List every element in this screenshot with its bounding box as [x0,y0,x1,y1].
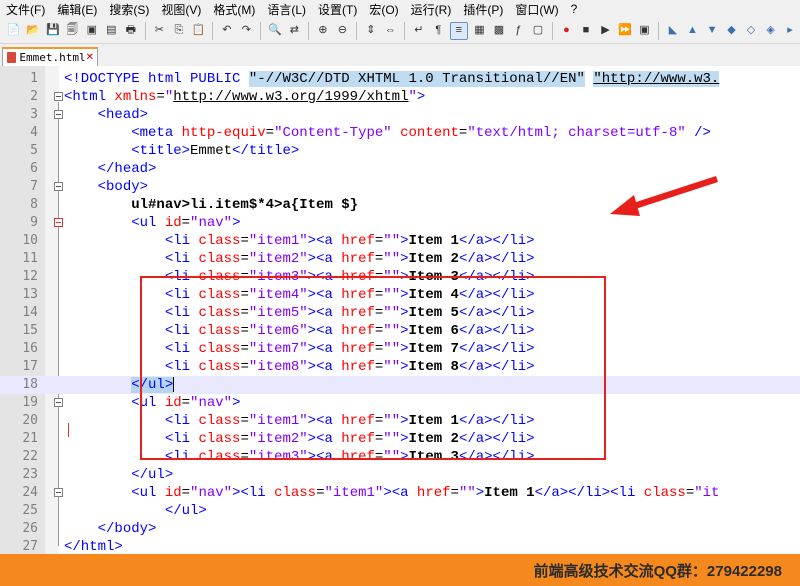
zoom-in-icon[interactable]: ⊕ [315,23,331,39]
toolbar-separator [260,21,262,40]
menu-item[interactable]: 设置(T) [312,1,363,18]
menu-item[interactable]: 窗口(W) [509,1,564,18]
doc-map-icon[interactable]: ▩ [491,23,507,39]
plugin-f-icon[interactable]: ◈ [763,23,779,39]
cut-icon[interactable]: ✂ [152,23,168,39]
print-icon[interactable]: 🖶 [123,23,139,39]
record-macro-icon[interactable]: ● [559,23,575,39]
plugin-d-icon[interactable]: ◆ [724,23,740,39]
tab-title: Emmet.html [19,51,86,64]
close-all-icon[interactable]: ▤ [104,23,120,39]
arrow-shaft [624,176,718,212]
arrow-head [610,195,640,216]
menu-bar: 文件(F) 编辑(E) 搜索(S) 视图(V) 格式(M) 语言(L) 设置(T) 宏(O) 运… [0,0,800,18]
zoom-out-icon[interactable]: ⊖ [335,23,351,39]
tab-emmet-html[interactable]: Emmet.html ✕ [2,47,98,66]
code-editor[interactable]: 1 <!DOCTYPE html PUBLIC "-//W3C//DTD XHTM… [0,66,800,554]
undo-icon[interactable]: ↶ [219,23,235,39]
toolbar-separator [356,21,358,40]
annotation-arrow [610,176,718,216]
menu-item[interactable]: 宏(O) [363,1,404,18]
function-list-icon[interactable]: ƒ [511,23,527,39]
stop-macro-icon[interactable]: ■ [578,23,594,39]
find-icon[interactable]: 🔍 [267,23,283,39]
plugin-e-icon[interactable]: ◇ [743,23,759,39]
save-all-icon[interactable]: 🗐 [65,23,81,39]
footer-text: 前端高级技术交流QQ群：279422298 [533,563,782,580]
folder-workspace-icon[interactable]: ▢ [530,23,546,39]
toolbar-separator [658,21,660,40]
tab-close-icon[interactable]: ✕ [86,52,94,63]
toolbar-separator [212,21,214,40]
copy-icon[interactable]: ⎘ [171,23,187,39]
footer-banner: 前端高级技术交流QQ群：279422298 [0,554,800,586]
toolbar-separator [551,21,553,40]
menu-item[interactable]: 搜索(S) [103,1,155,18]
file-icon [7,52,17,63]
menu-item[interactable]: 编辑(E) [51,1,103,18]
plugin-b-icon[interactable]: ▲ [685,23,701,39]
save-icon[interactable]: 💾 [45,23,61,39]
toolbar-separator [144,21,146,40]
menu-item[interactable]: 运行(R) [405,1,458,18]
redo-icon[interactable]: ↷ [239,23,255,39]
sync-vertical-icon[interactable]: ⇕ [363,23,379,39]
paste-icon[interactable]: 📋 [191,23,207,39]
open-file-icon[interactable]: 📂 [26,23,42,39]
plugin-a-icon[interactable]: ◣ [665,23,681,39]
toolbar-separator [404,21,406,40]
menu-item[interactable]: ? [565,2,584,16]
toolbar: 📄 📂 💾 🗐 ▣ ▤ 🖶 ✂ ⎘ 📋 ↶ ↷ 🔍 ⇄ ⊕ ⊖ ⇕ ⇔ ↵ ¶ … [0,18,800,44]
save-macro-icon[interactable]: ▣ [637,23,653,39]
new-file-icon[interactable]: 📄 [6,23,22,39]
user-language-icon[interactable]: ▦ [472,23,488,39]
menu-item[interactable]: 文件(F) [0,1,51,18]
play-macro-icon[interactable]: ▶ [598,23,614,39]
tab-bar: Emmet.html ✕ [0,44,800,67]
menu-item[interactable]: 语言(L) [261,1,312,18]
show-all-chars-icon[interactable]: ¶ [431,23,447,39]
menu-item[interactable]: 格式(M) [207,1,261,18]
plugin-g-icon[interactable]: ▸ [782,23,798,39]
close-icon[interactable]: ▣ [84,23,100,39]
word-wrap-icon[interactable]: ↵ [411,23,427,39]
plugin-c-icon[interactable]: ▼ [704,23,720,39]
menu-item[interactable]: 视图(V) [155,1,207,18]
toolbar-separator [308,21,310,40]
replace-icon[interactable]: ⇄ [287,23,303,39]
run-macro-multiple-icon[interactable]: ⏩ [617,23,633,39]
indent-guide-icon[interactable]: ≡ [450,21,468,40]
sync-horizontal-icon[interactable]: ⇔ [383,23,399,39]
menu-item[interactable]: 插件(P) [457,1,509,18]
